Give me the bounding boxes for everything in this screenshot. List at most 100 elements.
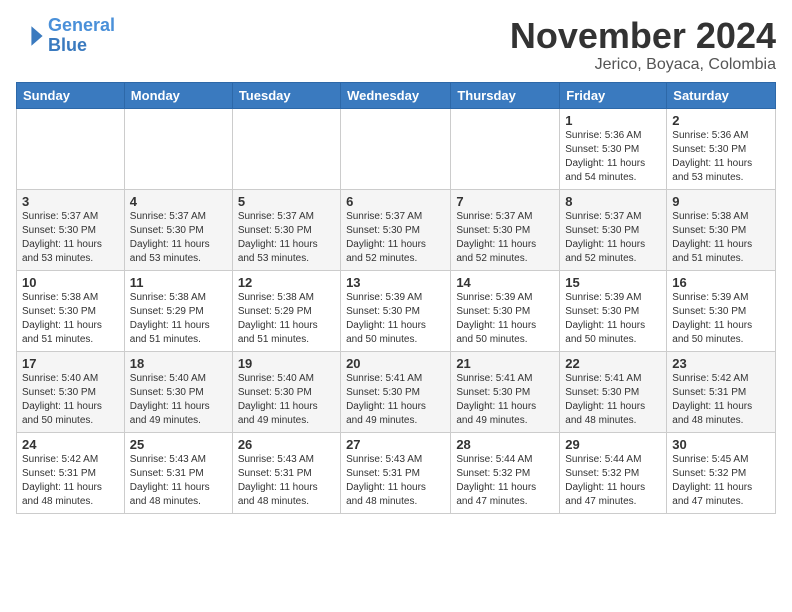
weekday-header-friday: Friday: [560, 82, 667, 108]
day-cell: 27Sunrise: 5:43 AMSunset: 5:31 PMDayligh…: [341, 432, 451, 513]
day-cell: 22Sunrise: 5:41 AMSunset: 5:30 PMDayligh…: [560, 351, 667, 432]
day-number: 2: [672, 113, 770, 128]
day-cell: 20Sunrise: 5:41 AMSunset: 5:30 PMDayligh…: [341, 351, 451, 432]
day-cell: 8Sunrise: 5:37 AMSunset: 5:30 PMDaylight…: [560, 189, 667, 270]
day-info: Sunrise: 5:39 AMSunset: 5:30 PMDaylight:…: [565, 291, 661, 347]
day-cell: 19Sunrise: 5:40 AMSunset: 5:30 PMDayligh…: [232, 351, 340, 432]
day-number: 30: [672, 437, 770, 452]
day-number: 1: [565, 113, 661, 128]
week-row-1: 1 Sunrise: 5:36 AMSunset: 5:30 PMDaylight…: [17, 108, 776, 189]
day-number: 22: [565, 356, 661, 371]
day-info: Sunrise: 5:40 AMSunset: 5:30 PMDaylight:…: [22, 372, 119, 428]
day-info: Sunrise: 5:37 AMSunset: 5:30 PMDaylight:…: [22, 210, 119, 266]
week-row-2: 3Sunrise: 5:37 AMSunset: 5:30 PMDaylight…: [17, 189, 776, 270]
day-number: 13: [346, 275, 445, 290]
day-cell: 10Sunrise: 5:38 AMSunset: 5:30 PMDayligh…: [17, 270, 125, 351]
day-cell: 4Sunrise: 5:37 AMSunset: 5:30 PMDaylight…: [124, 189, 232, 270]
day-info: Sunrise: 5:37 AMSunset: 5:30 PMDaylight:…: [456, 210, 554, 266]
day-number: 29: [565, 437, 661, 452]
day-number: 9: [672, 194, 770, 209]
day-cell: 5Sunrise: 5:37 AMSunset: 5:30 PMDaylight…: [232, 189, 340, 270]
day-info: Sunrise: 5:43 AMSunset: 5:31 PMDaylight:…: [130, 453, 227, 509]
day-info: Sunrise: 5:43 AMSunset: 5:31 PMDaylight:…: [346, 453, 445, 509]
day-cell: 2Sunrise: 5:36 AMSunset: 5:30 PMDaylight…: [667, 108, 776, 189]
day-info: Sunrise: 5:41 AMSunset: 5:30 PMDaylight:…: [565, 372, 661, 428]
day-info: Sunrise: 5:45 AMSunset: 5:32 PMDaylight:…: [672, 453, 770, 509]
day-number: 20: [346, 356, 445, 371]
day-info: Sunrise: 5:41 AMSunset: 5:30 PMDaylight:…: [456, 372, 554, 428]
day-cell: 28Sunrise: 5:44 AMSunset: 5:32 PMDayligh…: [451, 432, 560, 513]
day-cell: 17Sunrise: 5:40 AMSunset: 5:30 PMDayligh…: [17, 351, 125, 432]
header: General Blue November 2024 Jerico, Boyac…: [16, 16, 776, 74]
day-cell: 9Sunrise: 5:38 AMSunset: 5:30 PMDaylight…: [667, 189, 776, 270]
day-cell: 16Sunrise: 5:39 AMSunset: 5:30 PMDayligh…: [667, 270, 776, 351]
day-number: 7: [456, 194, 554, 209]
location-title: Jerico, Boyaca, Colombia: [510, 56, 776, 74]
day-info: Sunrise: 5:39 AMSunset: 5:30 PMDaylight:…: [346, 291, 445, 347]
day-info: Sunrise: 5:40 AMSunset: 5:30 PMDaylight:…: [238, 372, 335, 428]
day-info: Sunrise: 5:42 AMSunset: 5:31 PMDaylight:…: [22, 453, 119, 509]
day-info: Sunrise: 5:44 AMSunset: 5:32 PMDaylight:…: [565, 453, 661, 509]
day-number: 3: [22, 194, 119, 209]
weekday-header-wednesday: Wednesday: [341, 82, 451, 108]
day-cell: 6Sunrise: 5:37 AMSunset: 5:30 PMDaylight…: [341, 189, 451, 270]
day-cell: 25Sunrise: 5:43 AMSunset: 5:31 PMDayligh…: [124, 432, 232, 513]
day-info: Sunrise: 5:39 AMSunset: 5:30 PMDaylight:…: [456, 291, 554, 347]
week-row-5: 24Sunrise: 5:42 AMSunset: 5:31 PMDayligh…: [17, 432, 776, 513]
day-info: Sunrise: 5:37 AMSunset: 5:30 PMDaylight:…: [565, 210, 661, 266]
day-number: 21: [456, 356, 554, 371]
day-number: 6: [346, 194, 445, 209]
week-row-3: 10Sunrise: 5:38 AMSunset: 5:30 PMDayligh…: [17, 270, 776, 351]
day-number: 4: [130, 194, 227, 209]
day-info: Sunrise: 5:38 AMSunset: 5:29 PMDaylight:…: [238, 291, 335, 347]
day-cell: [451, 108, 560, 189]
day-cell: 29Sunrise: 5:44 AMSunset: 5:32 PMDayligh…: [560, 432, 667, 513]
weekday-header-thursday: Thursday: [451, 82, 560, 108]
day-cell: 23Sunrise: 5:42 AMSunset: 5:31 PMDayligh…: [667, 351, 776, 432]
day-info: Sunrise: 5:37 AMSunset: 5:30 PMDaylight:…: [130, 210, 227, 266]
day-cell: 26Sunrise: 5:43 AMSunset: 5:31 PMDayligh…: [232, 432, 340, 513]
day-info: Sunrise: 5:41 AMSunset: 5:30 PMDaylight:…: [346, 372, 445, 428]
day-cell: 15Sunrise: 5:39 AMSunset: 5:30 PMDayligh…: [560, 270, 667, 351]
day-number: 10: [22, 275, 119, 290]
day-number: 26: [238, 437, 335, 452]
month-title: November 2024: [510, 16, 776, 56]
day-number: 8: [565, 194, 661, 209]
day-info: Sunrise: 5:37 AMSunset: 5:30 PMDaylight:…: [346, 210, 445, 266]
day-cell: 30Sunrise: 5:45 AMSunset: 5:32 PMDayligh…: [667, 432, 776, 513]
day-info: Sunrise: 5:38 AMSunset: 5:29 PMDaylight:…: [130, 291, 227, 347]
day-info: Sunrise: 5:38 AMSunset: 5:30 PMDaylight:…: [672, 210, 770, 266]
day-number: 23: [672, 356, 770, 371]
weekday-header-row: SundayMondayTuesdayWednesdayThursdayFrid…: [17, 82, 776, 108]
day-info: Sunrise: 5:44 AMSunset: 5:32 PMDaylight:…: [456, 453, 554, 509]
day-number: 14: [456, 275, 554, 290]
day-cell: 3Sunrise: 5:37 AMSunset: 5:30 PMDaylight…: [17, 189, 125, 270]
day-cell: 11Sunrise: 5:38 AMSunset: 5:29 PMDayligh…: [124, 270, 232, 351]
weekday-header-saturday: Saturday: [667, 82, 776, 108]
logo-line2: Blue: [48, 35, 87, 55]
day-number: 25: [130, 437, 227, 452]
logo-text: General Blue: [48, 16, 115, 56]
page: General Blue November 2024 Jerico, Boyac…: [0, 0, 792, 526]
day-number: 17: [22, 356, 119, 371]
day-cell: 12Sunrise: 5:38 AMSunset: 5:29 PMDayligh…: [232, 270, 340, 351]
day-info: Sunrise: 5:36 AMSunset: 5:30 PMDaylight:…: [672, 129, 770, 185]
day-cell: 1Sunrise: 5:36 AMSunset: 5:30 PMDaylight…: [560, 108, 667, 189]
day-cell: 13Sunrise: 5:39 AMSunset: 5:30 PMDayligh…: [341, 270, 451, 351]
day-cell: [17, 108, 125, 189]
day-number: 19: [238, 356, 335, 371]
day-number: 27: [346, 437, 445, 452]
weekday-header-monday: Monday: [124, 82, 232, 108]
day-number: 18: [130, 356, 227, 371]
weekday-header-sunday: Sunday: [17, 82, 125, 108]
day-number: 24: [22, 437, 119, 452]
day-cell: 18Sunrise: 5:40 AMSunset: 5:30 PMDayligh…: [124, 351, 232, 432]
day-info: Sunrise: 5:38 AMSunset: 5:30 PMDaylight:…: [22, 291, 119, 347]
logo-icon: [16, 22, 44, 50]
day-number: 28: [456, 437, 554, 452]
logo-line1: General: [48, 15, 115, 35]
weekday-header-tuesday: Tuesday: [232, 82, 340, 108]
day-info: Sunrise: 5:43 AMSunset: 5:31 PMDaylight:…: [238, 453, 335, 509]
day-cell: 21Sunrise: 5:41 AMSunset: 5:30 PMDayligh…: [451, 351, 560, 432]
day-cell: [124, 108, 232, 189]
